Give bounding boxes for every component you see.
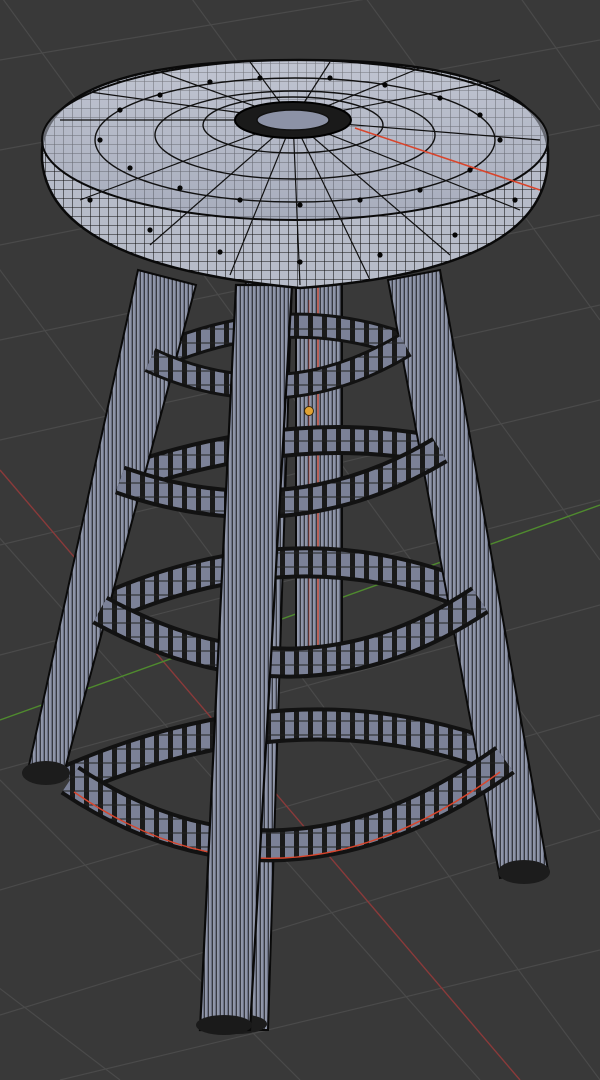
object-origin-dot <box>304 406 314 416</box>
footrest-ring-bottom-front <box>60 746 515 863</box>
seat-cushion <box>40 58 550 290</box>
3d-viewport[interactable] <box>0 0 600 1080</box>
footrest-ring-lower-back <box>93 546 487 625</box>
